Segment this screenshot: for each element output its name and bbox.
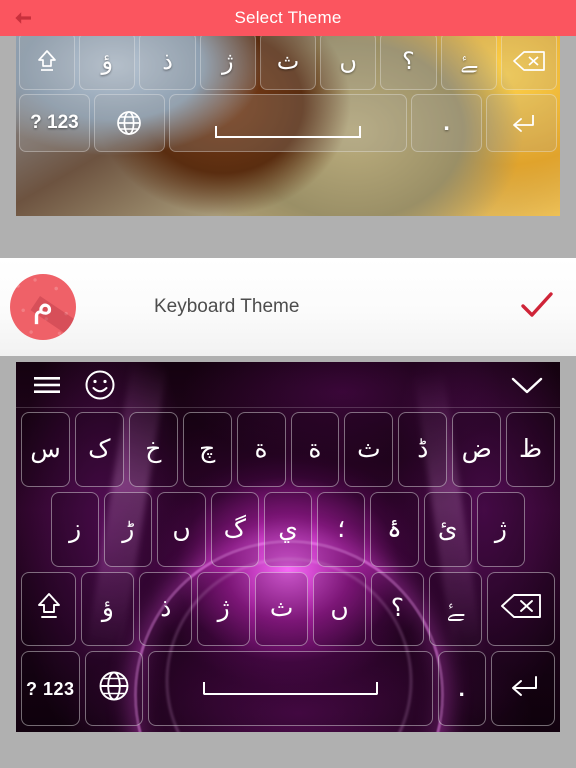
top-theme-preview[interactable]: ر ر ں گ ي ؛ ۀ ئ ژ ؤ ذ ژ ث ں ؟ ﮱ ? 123 [16, 28, 560, 216]
selected-checkmark-button[interactable] [520, 291, 554, 324]
key[interactable]: ں [313, 571, 366, 647]
key[interactable]: ؤ [81, 571, 135, 647]
top-preview-row-3: ? 123 . [19, 94, 557, 152]
backspace-icon [500, 593, 542, 624]
top-preview-shift-icon [19, 32, 76, 90]
enter-key[interactable] [490, 651, 555, 726]
key[interactable]: ک [74, 412, 124, 487]
key[interactable]: ؟ [370, 571, 424, 647]
urdu-letter-icon: م [32, 286, 54, 324]
globe-icon [98, 670, 130, 707]
top-preview-backspace-icon [500, 32, 557, 90]
top-preview-row-2: ؤ ذ ژ ث ں ؟ ﮱ [19, 32, 557, 90]
period-key[interactable]: . [437, 651, 486, 726]
top-preview-enter-icon [486, 94, 557, 152]
key[interactable]: چ [182, 412, 232, 487]
top-preview-symbols-key: ? 123 [19, 94, 90, 152]
theme-title: Keyboard Theme [154, 296, 300, 317]
keyboard-preview[interactable]: س ک خ چ ة ة ث ڈ ض ظ ز ڑ ں گ ي ؛ ۀ ئ ژ ؤ … [16, 362, 560, 732]
enter-icon [506, 672, 540, 705]
language-switch-key[interactable] [84, 651, 143, 726]
top-preview-key: ذ [139, 32, 196, 90]
key[interactable]: ة [236, 412, 286, 487]
back-button[interactable] [0, 0, 46, 36]
key[interactable]: ڈ [398, 412, 448, 487]
top-preview-key: ں [320, 32, 377, 90]
avatar[interactable]: م [10, 274, 76, 340]
app-bar-title: Select Theme [234, 8, 342, 27]
key[interactable]: ڑ [104, 491, 153, 567]
keyboard-row-2: ز ڑ ں گ ي ؛ ۀ ئ ژ [21, 491, 555, 567]
top-preview-key: ؟ [380, 32, 437, 90]
key[interactable]: ظ [506, 412, 556, 487]
space-icon [202, 682, 378, 696]
key[interactable]: ذ [139, 571, 193, 647]
key[interactable]: ئ [423, 491, 472, 567]
key[interactable]: ژ [476, 491, 525, 567]
key[interactable]: گ [210, 491, 259, 567]
key[interactable]: ض [452, 412, 502, 487]
top-preview-space-key [168, 94, 408, 152]
top-preview-globe-icon [93, 94, 165, 152]
key[interactable]: ز [51, 491, 100, 567]
keyboard-rows: س ک خ چ ة ة ث ڈ ض ظ ز ڑ ں گ ي ؛ ۀ ئ ژ ؤ … [16, 408, 560, 732]
key[interactable]: ﮱ [428, 571, 482, 647]
key[interactable]: خ [128, 412, 178, 487]
key[interactable]: ؛ [317, 491, 366, 567]
symbols-key[interactable]: ? 123 [21, 651, 80, 726]
backspace-key[interactable] [486, 571, 555, 647]
space-key[interactable] [148, 651, 433, 726]
smiley-face-icon[interactable] [84, 369, 116, 401]
shift-key[interactable] [21, 571, 77, 647]
key[interactable]: ث [344, 412, 394, 487]
top-preview-key: ژ [199, 32, 256, 90]
chevron-down-icon[interactable] [510, 375, 544, 395]
hamburger-menu-icon[interactable] [32, 374, 62, 396]
keyboard-row-1: س ک خ چ ة ة ث ڈ ض ظ [21, 412, 556, 487]
top-preview-period-key: . [411, 94, 483, 152]
key[interactable]: ں [157, 491, 206, 567]
key[interactable]: ژ [197, 571, 251, 647]
arrow-left-icon [13, 10, 33, 26]
key[interactable]: ۀ [370, 491, 419, 567]
keyboard-toolbar [16, 362, 560, 408]
top-preview-key: ؤ [79, 32, 136, 90]
shift-icon [36, 591, 62, 626]
key[interactable]: ي [263, 491, 313, 567]
key[interactable]: س [21, 412, 70, 487]
keyboard-row-3: ؤ ذ ژ ث ں ؟ ﮱ [21, 571, 555, 647]
top-preview-key: ث [259, 32, 317, 90]
top-preview-key: ﮱ [440, 32, 497, 90]
app-bar: Select Theme [0, 0, 576, 36]
keyboard-row-4: ? 123 . [21, 651, 555, 726]
key[interactable]: ة [290, 412, 340, 487]
checkmark-icon [520, 291, 554, 324]
top-preview-keyboard: ر ر ں گ ي ؛ ۀ ئ ژ ؤ ذ ژ ث ں ؟ ﮱ ? 123 [16, 28, 560, 216]
key[interactable]: ث [255, 571, 309, 647]
theme-list-item[interactable]: م Keyboard Theme [0, 258, 576, 356]
